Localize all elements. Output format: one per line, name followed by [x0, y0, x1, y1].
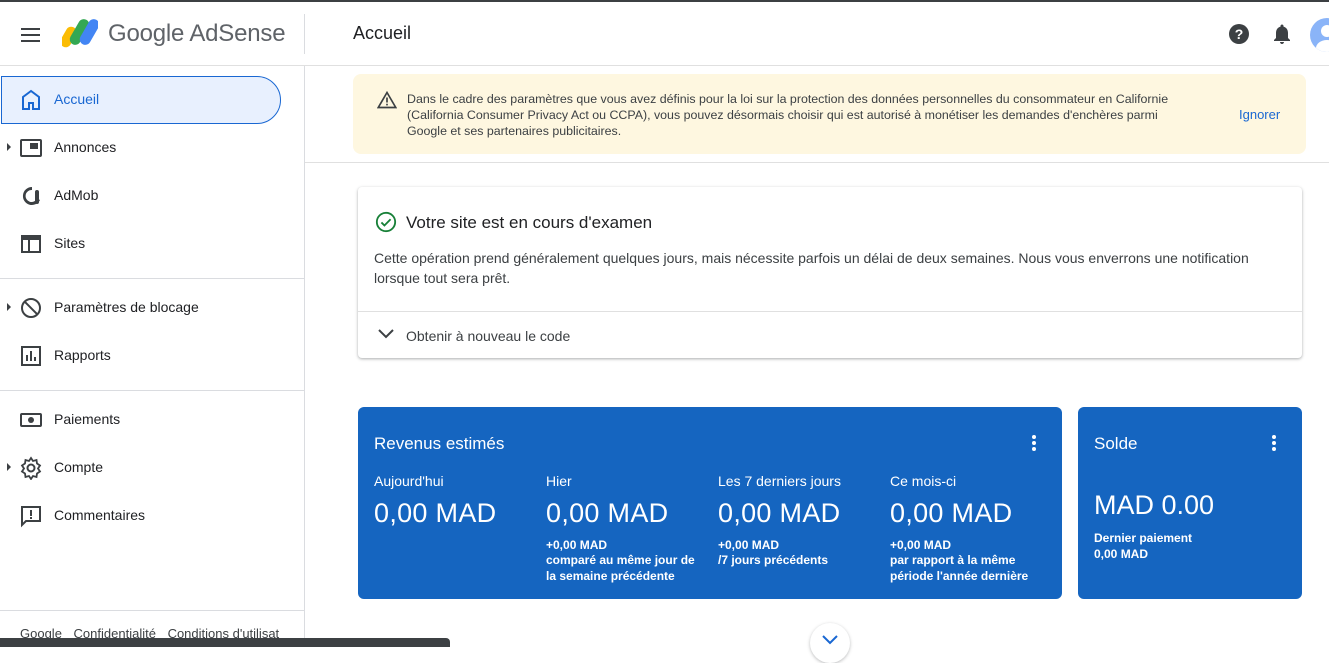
sidebar-item-label: Compte — [54, 459, 104, 475]
metric-last-7-days: Les 7 derniers jours 0,00 MAD +0,00 MAD … — [718, 473, 878, 568]
feedback-icon — [21, 506, 41, 528]
sidebar-item-label: Paiements — [54, 411, 121, 427]
ignore-button[interactable]: Ignorer — [1239, 107, 1280, 122]
sidebar-item-blocage[interactable]: Paramètres de blocage — [0, 284, 304, 332]
content-divider — [305, 162, 1329, 163]
svg-text:?: ? — [1235, 26, 1244, 42]
metric-label: Ce mois-ci — [890, 473, 957, 489]
help-icon[interactable]: ? — [1227, 22, 1251, 46]
sidebar-item-rapports[interactable]: Rapports — [0, 332, 304, 380]
expand-caret-icon — [7, 303, 11, 311]
balance-value: MAD 0.00 — [1094, 490, 1215, 520]
sidebar-item-paiements[interactable]: Paiements — [0, 396, 304, 444]
metric-value: 0,00 MAD — [718, 498, 841, 528]
adsense-logo — [62, 19, 98, 48]
home-icon — [22, 89, 40, 110]
sidebar-item-sites[interactable]: Sites — [0, 220, 304, 268]
revenue-card: Revenus estimés Aujourd'hui 0,00 MAD Hie… — [358, 407, 1062, 599]
ads-icon — [20, 139, 42, 157]
sidebar-item-label: Sites — [54, 235, 86, 251]
sidebar-item-label: Paramètres de blocage — [54, 299, 199, 315]
review-text: Cette opération prend généralement quelq… — [374, 250, 1249, 286]
top-app-bar: Google AdSense Accueil ? — [0, 2, 1329, 66]
block-icon — [21, 298, 41, 318]
header-divider — [304, 14, 305, 54]
sidebar-item-label: Accueil — [54, 91, 100, 107]
sidebar: Accueil Annonces AdMob Sites Paramètres … — [0, 66, 305, 647]
metric-delta: +0,00 MAD — [718, 538, 780, 552]
hamburger-menu-icon[interactable] — [18, 22, 44, 48]
gear-icon — [20, 456, 42, 480]
page-title: Accueil — [353, 23, 412, 43]
metric-today: Aujourd'hui 0,00 MAD — [374, 473, 534, 529]
sidebar-item-label: AdMob — [54, 187, 99, 203]
bell-icon[interactable] — [1270, 22, 1294, 46]
chevron-down-icon — [378, 329, 394, 339]
reports-icon — [21, 346, 41, 366]
metric-comparison: /7 jours précédents — [718, 553, 829, 567]
metric-label: Les 7 derniers jours — [718, 473, 841, 489]
metric-delta: +0,00 MAD — [546, 538, 608, 552]
metric-value: 0,00 MAD — [374, 498, 497, 528]
more-vert-icon[interactable] — [1271, 435, 1277, 453]
admob-icon — [22, 186, 40, 205]
sidebar-divider — [0, 278, 304, 279]
sidebar-item-compte[interactable]: Compte — [0, 444, 304, 492]
banner-text: Dans le cadre des paramètres que vous av… — [407, 92, 1169, 138]
brand-name: Google AdSense — [108, 20, 286, 47]
balance-card: Solde MAD 0.00 Dernier paiement 0,00 MAD — [1078, 407, 1302, 599]
sidebar-item-label: Rapports — [54, 347, 111, 363]
metric-comparison: par rapport à la même période l'année de… — [890, 553, 1029, 583]
expand-caret-icon — [7, 143, 11, 151]
sidebar-item-accueil[interactable]: Accueil — [0, 76, 304, 124]
sites-icon — [21, 235, 41, 253]
sidebar-item-label: Annonces — [54, 139, 117, 155]
site-review-card: Votre site est en cours d'examen Cette o… — [358, 187, 1302, 358]
metric-label: Hier — [546, 473, 572, 489]
get-code-expander[interactable]: Obtenir à nouveau le code — [358, 312, 1302, 358]
metric-label: Aujourd'hui — [374, 473, 444, 489]
sidebar-divider — [0, 610, 304, 611]
metric-value: 0,00 MAD — [546, 498, 669, 528]
revenue-title: Revenus estimés — [374, 434, 505, 453]
sidebar-item-label: Commentaires — [54, 507, 146, 523]
metric-comparison: comparé au même jour de la semaine précé… — [546, 553, 695, 583]
last-payment-label: Dernier paiement — [1094, 531, 1193, 545]
sidebar-divider — [0, 390, 304, 391]
ccpa-banner: Dans le cadre des paramètres que vous av… — [353, 74, 1306, 154]
metric-delta: +0,00 MAD — [890, 538, 952, 552]
metric-yesterday: Hier 0,00 MAD +0,00 MAD comparé au même … — [546, 473, 706, 584]
sidebar-item-commentaires[interactable]: Commentaires — [0, 492, 304, 540]
scroll-down-button[interactable] — [810, 623, 850, 663]
sidebar-item-admob[interactable]: AdMob — [0, 172, 304, 220]
balance-title: Solde — [1094, 434, 1138, 453]
active-highlight — [1, 76, 281, 124]
avatar[interactable] — [1310, 18, 1329, 52]
payments-icon — [20, 413, 42, 427]
last-payment-value: 0,00 MAD — [1094, 547, 1149, 561]
chevron-down-icon — [822, 635, 838, 645]
metric-this-month: Ce mois-ci 0,00 MAD +0,00 MAD par rappor… — [890, 473, 1040, 584]
warning-icon — [377, 90, 397, 109]
metric-value: 0,00 MAD — [890, 498, 1013, 528]
get-code-label: Obtenir à nouveau le code — [406, 328, 571, 344]
browser-status-bar — [0, 638, 450, 647]
more-vert-icon[interactable] — [1031, 435, 1037, 453]
expand-caret-icon — [7, 463, 11, 471]
review-title: Votre site est en cours d'examen — [406, 213, 653, 232]
check-circle-icon — [375, 211, 397, 233]
sidebar-item-annonces[interactable]: Annonces — [0, 124, 304, 172]
